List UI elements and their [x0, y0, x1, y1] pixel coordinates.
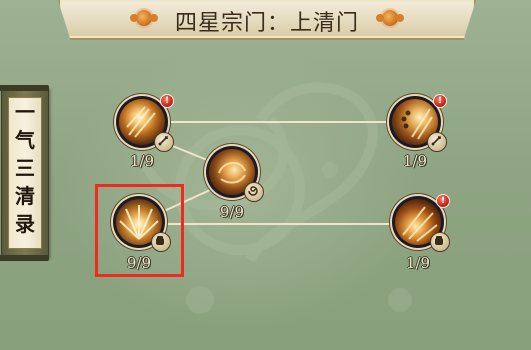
sword-icon [154, 132, 174, 152]
skill-node-top-right[interactable]: ! [389, 94, 447, 152]
skill-node-middle[interactable] [206, 146, 264, 202]
skill-node-top-left[interactable]: ! [116, 94, 174, 152]
sword-icon [427, 132, 447, 152]
skill-progress-top-right: 1/9 [402, 152, 428, 170]
skill-progress-top-left: 1/9 [129, 152, 155, 170]
selection-highlight [95, 184, 184, 277]
skill-progress-middle: 9/9 [219, 203, 245, 221]
skill-node-bottom-right[interactable]: ! [392, 194, 450, 252]
fist-icon [430, 232, 450, 252]
swirl-icon [244, 182, 264, 202]
alert-badge: ! [436, 194, 450, 208]
skill-links [157, 121, 392, 225]
skill-progress-bottom-right: 1/9 [405, 254, 431, 272]
alert-badge: ! [433, 94, 447, 108]
alert-badge: ! [160, 94, 174, 108]
skill-tree-panel: 四星宗门：上清门 一 气 三 清 录 ! 1/9 9/9 9/9 ! 1/9 !… [0, 0, 531, 350]
